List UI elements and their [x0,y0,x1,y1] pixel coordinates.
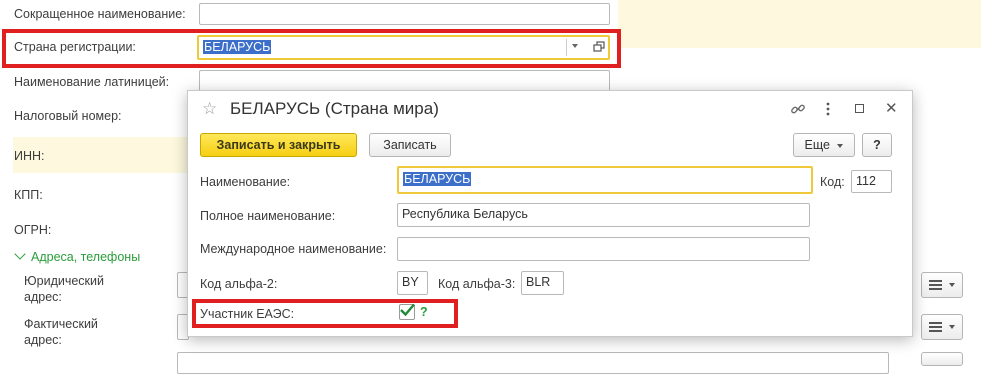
code-label: Код: [820,175,845,189]
tax-number-label: Налоговый номер: [14,109,122,123]
full-name-label: Полное наименование: [200,209,336,223]
alpha2-label: Код альфа-2: [200,277,278,291]
save-and-close-button[interactable]: Записать и закрыть [200,133,357,157]
close-icon[interactable]: ✕ [885,99,898,117]
alpha2-input[interactable]: BY [397,271,428,295]
dialog-title: БЕЛАРУСЬ (Страна мира) [230,99,439,118]
alpha3-label: Код альфа-3: [438,277,516,291]
eaeu-highlight-box [192,299,458,328]
full-name-input[interactable]: Республика Беларусь [397,203,810,227]
inn-label: ИНН: [14,149,45,163]
intl-name-label: Международное наименование: [200,242,387,256]
star-icon[interactable]: ☆ [202,99,217,119]
country-dialog: ☆ БЕЛАРУСЬ (Страна мира) ✕ Записать и за… [187,90,913,337]
short-name-input[interactable] [199,3,610,25]
code-input[interactable]: 112 [851,170,892,193]
ogrn-label: ОГРН: [14,223,52,237]
chevron-down-icon [14,248,26,260]
legal-address-label-line1: Юридический [24,274,104,288]
legal-address-label-line2: адрес: [24,290,62,304]
more-menu-button[interactable]: Еще [793,133,855,157]
more-menu-label: Еще [804,138,830,152]
country-highlight-box [2,29,621,68]
name-input[interactable]: БЕЛАРУСЬ [397,166,813,194]
actual-address-label-line1: Фактический [24,317,98,331]
intl-name-input[interactable] [397,237,810,261]
latin-name-input[interactable] [199,70,610,92]
help-button[interactable]: ? [862,133,892,157]
name-label: Наименование: [200,175,291,189]
save-button[interactable]: Записать [369,133,451,157]
short-name-label: Сокращенное наименование: [14,7,186,21]
maximize-icon[interactable] [855,104,864,113]
alpha3-input[interactable]: BLR [521,271,564,295]
extra-address-input[interactable] [177,352,889,374]
link-icon[interactable] [790,101,806,117]
chevron-down-icon [948,324,955,329]
legal-address-menu-button[interactable] [921,272,963,298]
name-value: БЕЛАРУСЬ [403,172,472,186]
kebab-icon[interactable] [826,101,830,117]
info-panel-background [618,0,981,48]
chevron-down-icon [837,143,844,148]
addresses-section-toggle[interactable]: Адреса, телефоны [14,248,141,264]
addresses-section-title: Адреса, телефоны [31,250,141,264]
latin-name-label: Наименование латиницей: [14,75,170,89]
hamburger-icon [929,279,943,290]
kpp-label: КПП: [14,188,43,202]
actual-address-menu-button[interactable] [921,314,963,340]
chevron-down-icon [948,282,955,287]
hamburger-icon [929,321,943,332]
extra-address-menu-button[interactable] [921,352,963,366]
actual-address-label-line2: адрес: [24,333,62,347]
